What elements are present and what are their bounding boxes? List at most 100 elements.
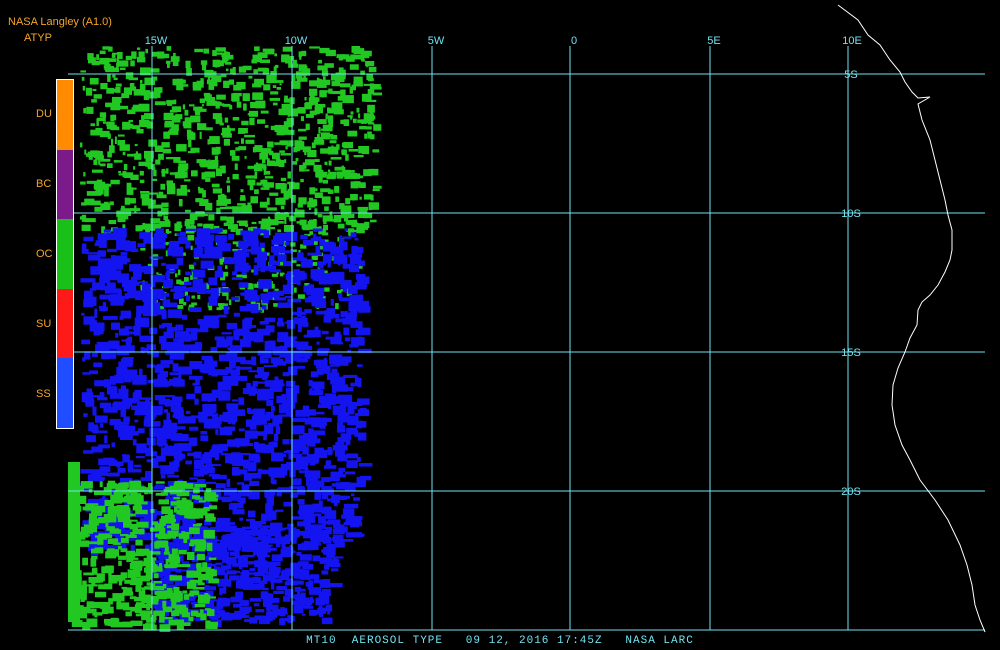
ss-pixel — [282, 569, 288, 573]
ss-pixel — [297, 586, 301, 595]
oc-pixel — [217, 303, 225, 306]
oc-pixel — [132, 505, 143, 511]
ss-pixel — [161, 322, 172, 327]
oc-pixel — [184, 277, 189, 282]
oc-pixel — [78, 531, 86, 540]
ss-pixel — [338, 293, 343, 299]
oc-pixel — [314, 158, 320, 162]
ss-pixel — [213, 228, 223, 233]
oc-pixel — [368, 78, 374, 82]
oc-pixel — [225, 68, 229, 72]
oc-pixel — [304, 97, 307, 101]
oc-pixel — [245, 224, 249, 227]
latitude-label: 5S — [844, 69, 857, 81]
ss-pixel — [86, 388, 92, 394]
oc-pixel — [360, 119, 367, 124]
oc-pixel — [177, 171, 188, 178]
ss-pixel — [277, 302, 292, 308]
ss-pixel — [238, 615, 250, 618]
oc-pixel — [140, 80, 143, 84]
ss-pixel — [167, 475, 180, 478]
oc-pixel — [320, 188, 331, 193]
oc-pixel — [319, 47, 330, 54]
oc-pixel — [90, 558, 97, 567]
oc-pixel — [156, 590, 167, 599]
oc-pixel — [164, 122, 174, 128]
ss-pixel — [244, 618, 256, 623]
oc-pixel — [280, 272, 285, 275]
ss-pixel — [223, 426, 236, 431]
ss-pixel — [312, 411, 325, 415]
oc-pixel — [114, 160, 118, 163]
ss-pixel — [312, 228, 323, 232]
oc-pixel — [96, 54, 99, 60]
oc-pixel — [262, 156, 266, 164]
oc-pixel — [168, 619, 177, 626]
oc-pixel — [113, 77, 118, 80]
ss-pixel — [271, 582, 275, 590]
oc-pixel — [200, 78, 204, 82]
oc-pixel — [269, 97, 281, 101]
ss-pixel — [357, 260, 365, 267]
oc-pixel — [176, 144, 187, 152]
ss-pixel — [248, 492, 260, 500]
ss-pixel — [268, 442, 273, 445]
ss-pixel — [358, 253, 363, 258]
oc-pixel — [77, 577, 82, 586]
ss-pixel — [351, 493, 355, 497]
oc-pixel — [371, 203, 374, 209]
oc-pixel — [279, 83, 282, 86]
ss-pixel — [327, 449, 333, 455]
oc-pixel — [140, 225, 149, 230]
oc-pixel — [194, 604, 206, 608]
oc-pixel — [229, 222, 233, 226]
oc-pixel — [160, 183, 166, 190]
ss-pixel — [312, 555, 321, 562]
oc-pixel — [100, 535, 108, 540]
oc-pixel — [99, 57, 110, 65]
oc-pixel — [125, 55, 132, 61]
oc-pixel — [324, 287, 330, 292]
ss-pixel — [266, 400, 271, 406]
latitude-label: 20S — [841, 486, 861, 498]
oc-pixel — [291, 81, 301, 89]
ss-pixel — [223, 585, 227, 591]
ss-pixel — [212, 444, 221, 448]
oc-pixel — [358, 146, 369, 154]
ss-pixel — [169, 378, 183, 386]
oc-pixel — [153, 581, 162, 584]
oc-pixel — [256, 163, 264, 169]
oc-pixel — [335, 196, 340, 202]
oc-pixel — [190, 610, 199, 617]
oc-pixel — [318, 127, 321, 134]
ss-pixel — [83, 236, 94, 242]
oc-pixel — [232, 206, 243, 213]
oc-pixel — [148, 192, 159, 195]
oc-pixel — [120, 548, 128, 553]
ss-pixel — [249, 480, 260, 487]
oc-pixel — [232, 92, 242, 97]
oc-pixel — [83, 172, 86, 177]
ss-pixel — [355, 482, 366, 487]
oc-pixel — [195, 541, 207, 550]
ss-pixel — [234, 551, 240, 559]
oc-pixel — [296, 264, 301, 267]
oc-pixel — [293, 59, 297, 68]
oc-pixel — [356, 227, 365, 234]
ss-pixel — [207, 398, 212, 402]
oc-pixel — [108, 67, 115, 70]
oc-pixel — [297, 203, 303, 208]
ss-pixel — [293, 575, 306, 579]
ss-pixel — [293, 606, 304, 614]
ss-pixel — [104, 259, 115, 262]
ss-pixel — [346, 460, 358, 469]
ss-pixel — [271, 406, 275, 412]
oc-pixel — [82, 622, 91, 630]
oc-pixel — [138, 561, 143, 571]
oc-pixel — [175, 273, 178, 278]
ss-pixel — [321, 617, 333, 625]
oc-pixel — [159, 222, 162, 228]
oc-pixel — [140, 575, 150, 582]
oc-pixel — [320, 128, 325, 131]
ss-pixel — [281, 394, 286, 404]
